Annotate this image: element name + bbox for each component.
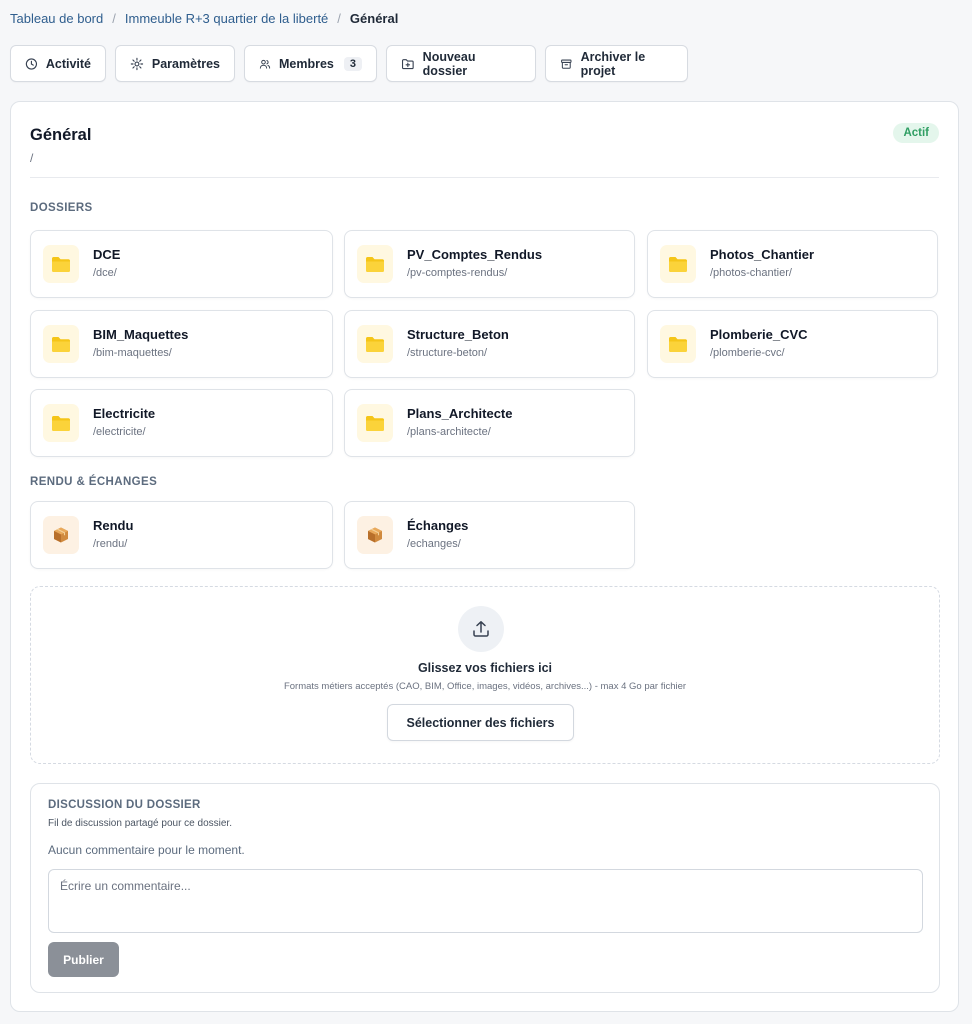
breadcrumb-current: Général: [349, 11, 399, 26]
folder-name: PV_Comptes_Rendus: [407, 247, 543, 262]
activity-label: Activité: [45, 56, 91, 71]
toolbar: Activité Paramètres Membres 3 Nouveau do…: [10, 45, 688, 82]
folder-name: BIM_Maquettes: [93, 327, 189, 342]
folder-icon: [43, 404, 79, 442]
folder-path: /photos-chantier/: [710, 267, 792, 279]
folder-card[interactable]: BIM_Maquettes /bim-maquettes/: [30, 310, 333, 378]
exchange-path: /echanges/: [407, 538, 461, 550]
breadcrumb: Tableau de bord / Immeuble R+3 quartier …: [10, 11, 398, 26]
folder-name: Electricite: [93, 406, 156, 421]
folder-path: /: [30, 151, 34, 165]
comment-input[interactable]: [48, 869, 923, 933]
package-icon: [43, 516, 79, 554]
exchange-name: Rendu: [93, 518, 134, 533]
settings-label: Paramètres: [151, 56, 220, 71]
gear-icon: [130, 57, 144, 70]
archive-project-label: Archiver le projet: [580, 49, 646, 78]
folder-card[interactable]: Plans_Architecte /plans-architecte/: [344, 389, 635, 457]
upload-icon: [458, 606, 504, 652]
folder-card[interactable]: Electricite /electricite/: [30, 389, 333, 457]
folder-name: DCE: [93, 247, 121, 262]
exchange-card[interactable]: Échanges /echanges/: [344, 501, 635, 569]
upload-title: Glissez vos fichiers ici: [417, 661, 553, 675]
folder-name: Plomberie_CVC: [710, 327, 808, 342]
folder-card[interactable]: Structure_Beton /structure-beton/: [344, 310, 635, 378]
clock-icon: [25, 57, 38, 70]
section-label-folders: DOSSIERS: [30, 202, 93, 214]
folder-card[interactable]: DCE /dce/: [30, 230, 333, 298]
settings-button[interactable]: Paramètres: [115, 45, 235, 82]
folder-path: /plomberie-cvc/: [710, 347, 785, 359]
folder-path: /dce/: [93, 267, 117, 279]
folder-icon: [43, 245, 79, 283]
folder-icon: [357, 404, 393, 442]
folder-name: Photos_Chantier: [710, 247, 815, 262]
folder-icon: [357, 245, 393, 283]
users-icon: [259, 59, 271, 69]
breadcrumb-separator: /: [112, 11, 116, 26]
activity-button[interactable]: Activité: [10, 45, 106, 82]
upload-dropzone[interactable]: Glissez vos fichiers ici Formats métiers…: [30, 586, 940, 764]
breadcrumb-link-project[interactable]: Immeuble R+3 quartier de la liberté: [125, 11, 328, 26]
folder-name: Plans_Architecte: [407, 406, 513, 421]
folder-plus-icon: [401, 58, 414, 69]
folder-path: /bim-maquettes/: [93, 347, 172, 359]
section-label-exchanges: RENDU & ÉCHANGES: [30, 476, 158, 488]
discussion-panel: DISCUSSION DU DOSSIER Fil de discussion …: [30, 783, 940, 993]
members-button[interactable]: Membres 3: [244, 45, 377, 82]
folder-card[interactable]: Photos_Chantier /photos-chantier/: [647, 230, 938, 298]
members-label: Membres: [278, 56, 334, 71]
publish-button[interactable]: Publier: [48, 942, 119, 977]
folder-panel: Général / Actif DOSSIERS DCE /dce/ PV_Co…: [10, 101, 959, 1012]
page-title: Général: [30, 126, 92, 144]
folder-card[interactable]: Plomberie_CVC /plomberie-cvc/: [647, 310, 938, 378]
folder-icon: [660, 325, 696, 363]
folder-path: /electricite/: [93, 426, 146, 438]
folder-path: /plans-architecte/: [407, 426, 491, 438]
select-files-button[interactable]: Sélectionner des fichiers: [387, 704, 574, 741]
folder-icon: [43, 325, 79, 363]
archive-project-button[interactable]: Archiver le projet: [545, 45, 688, 82]
folder-icon: [660, 245, 696, 283]
exchange-name: Échanges: [407, 518, 469, 533]
breadcrumb-link-dashboard[interactable]: Tableau de bord: [10, 11, 103, 26]
discussion-subtitle: Fil de discussion partagé pour ce dossie…: [48, 818, 232, 829]
members-count-badge: 3: [343, 56, 362, 71]
folder-icon: [357, 325, 393, 363]
folder-name: Structure_Beton: [407, 327, 509, 342]
status-badge: Actif: [893, 123, 939, 143]
header-divider: [30, 177, 939, 178]
exchange-path: /rendu/: [93, 538, 128, 550]
folder-card[interactable]: PV_Comptes_Rendus /pv-comptes-rendus/: [344, 230, 635, 298]
discussion-empty-state: Aucun commentaire pour le moment.: [48, 843, 245, 857]
upload-hint: Formats métiers acceptés (CAO, BIM, Offi…: [283, 681, 687, 692]
folder-path: /pv-comptes-rendus/: [407, 267, 508, 279]
folder-path: /structure-beton/: [407, 347, 488, 359]
new-folder-button[interactable]: Nouveau dossier: [386, 45, 536, 82]
exchange-card[interactable]: Rendu /rendu/: [30, 501, 333, 569]
archive-icon: [561, 59, 572, 69]
new-folder-label: Nouveau dossier: [422, 49, 476, 78]
package-icon: [357, 516, 393, 554]
breadcrumb-separator: /: [337, 11, 341, 26]
discussion-title: DISCUSSION DU DOSSIER: [48, 799, 201, 811]
